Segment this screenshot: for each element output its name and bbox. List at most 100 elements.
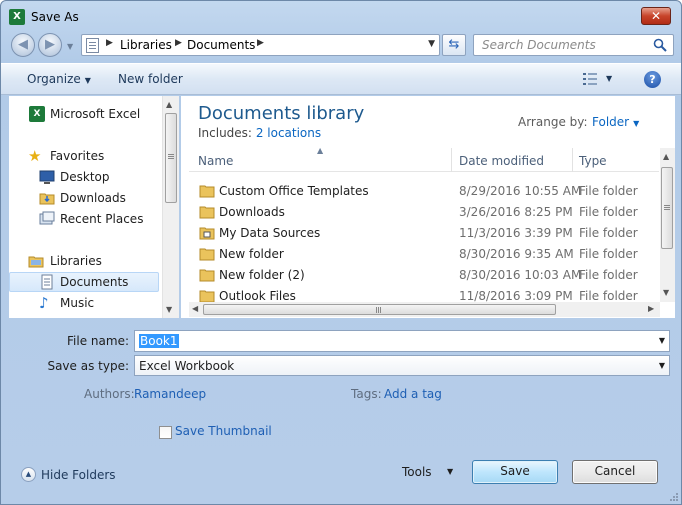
view-options-dropdown[interactable]: ▼ [606,74,612,83]
column-header-name[interactable]: Name [198,154,233,168]
sidebar-item-music[interactable]: ♪ Music [9,293,159,313]
search-placeholder: Search Documents [482,38,596,52]
save-thumbnail-label[interactable]: Save Thumbnail [175,424,272,438]
sidebar-item-label: Desktop [60,170,110,184]
column-divider[interactable] [451,148,452,172]
save-button[interactable]: Save [472,460,558,484]
desktop-icon [39,170,55,184]
tags-field[interactable]: Add a tag [384,387,442,401]
address-dropdown-icon[interactable]: ▼ [428,39,435,49]
table-row[interactable]: My Data Sources 11/3/2016 3:39 PM File f… [189,223,659,244]
chevron-down-icon[interactable]: ▼ [659,336,665,345]
title-bar[interactable]: X Save As ✕ [1,1,681,31]
music-note-icon: ♪ [39,294,49,312]
chevron-down-icon: ▼ [658,361,665,370]
forward-button[interactable]: ▶ [38,33,62,57]
sidebar-item-label: Music [60,296,95,310]
breadcrumb-documents[interactable]: Documents [187,38,255,52]
sidebar-item-label: Libraries [50,254,102,268]
chevron-down-icon[interactable]: ▼ [447,467,453,476]
hide-folders-button[interactable]: Hide Folders [41,468,116,482]
sidebar-item-downloads[interactable]: Downloads [9,188,159,208]
cancel-button[interactable]: Cancel [572,460,658,484]
save-as-type-value: Excel Workbook [139,359,235,373]
locations-link[interactable]: 2 locations [256,126,321,140]
grip-icon [376,307,377,313]
scroll-up-icon[interactable]: ▲ [663,152,669,161]
column-divider[interactable] [572,148,573,172]
save-as-dialog: X Save As ✕ ◀ ▶ ▼ ▶ Libraries ▶ Document… [0,0,682,505]
column-header-date-modified[interactable]: Date modified [459,154,544,168]
table-row[interactable]: Custom Office Templates 8/29/2016 10:55 … [189,181,659,202]
breadcrumb-separator-icon[interactable]: ▶ [257,38,264,48]
search-icon[interactable] [653,38,667,52]
scroll-left-icon[interactable]: ◀ [192,304,198,313]
back-button[interactable]: ◀ [11,33,35,57]
save-thumbnail-checkbox[interactable] [159,426,172,439]
change-view-icon[interactable] [583,73,597,85]
sidebar-item-label: Downloads [60,191,126,205]
command-toolbar: Organize ▼ New folder ▼ ? [1,63,681,95]
sidebar-item-desktop[interactable]: Desktop [9,167,159,187]
star-icon: ★ [28,147,42,165]
file-name: Custom Office Templates [219,184,369,198]
arrange-by-dropdown[interactable]: Folder ▼ [592,115,639,129]
file-list-hscroll-thumb[interactable] [203,304,556,315]
organize-button[interactable]: Organize ▼ [27,72,91,86]
scroll-up-icon[interactable]: ▲ [166,100,172,109]
sidebar-item-recent-places[interactable]: Recent Places [9,209,159,229]
sidebar-item-favorites[interactable]: ★ Favorites [9,146,159,166]
file-name-value: Book1 [139,334,179,348]
chevron-up-icon[interactable]: ▲ [21,467,36,482]
file-list-horizontal-scrollbar[interactable]: ◀ ▶ [189,302,660,317]
file-list-scroll-thumb[interactable] [661,167,673,249]
file-type: File folder [579,226,638,240]
document-icon [41,274,53,290]
file-name-input[interactable]: Book1 ▼ [134,330,670,352]
includes-label: Includes: [198,126,252,140]
data-sources-folder-icon [199,227,215,240]
file-list-vertical-scrollbar[interactable]: ▲ ▼ [660,148,675,302]
scroll-down-icon[interactable]: ▼ [166,305,172,314]
sidebar-item-microsoft-excel[interactable]: X Microsoft Excel [9,104,159,124]
save-as-type-select[interactable]: Excel Workbook ▼ [134,355,670,376]
table-row[interactable]: New folder (2) 8/30/2016 10:03 AM File f… [189,265,659,286]
sidebar-scrollbar[interactable]: ▲ ▼ [162,96,179,318]
back-arrow-icon: ◀ [18,37,28,52]
grip-icon [664,205,670,206]
file-type: File folder [579,268,638,282]
breadcrumb-separator-icon[interactable]: ▶ [175,38,182,48]
tools-button[interactable]: Tools [402,465,432,479]
sidebar-item-label: Documents [60,275,129,289]
folder-icon [199,248,215,261]
help-icon[interactable]: ? [644,71,661,88]
table-row[interactable]: New folder 8/30/2016 9:35 AM File folder [189,244,659,265]
sidebar-scroll-thumb[interactable] [165,113,177,203]
authors-field[interactable]: Ramandeep [134,387,206,401]
resize-grip-icon[interactable] [668,491,678,501]
file-date: 8/29/2016 10:55 AM [459,184,582,198]
sidebar-item-documents[interactable]: Documents [9,272,159,292]
column-header-type[interactable]: Type [579,154,607,168]
breadcrumb-libraries[interactable]: Libraries [120,38,172,52]
close-button[interactable]: ✕ [641,7,671,25]
file-date: 8/30/2016 9:35 AM [459,247,574,261]
recent-places-icon [39,211,55,225]
refresh-button[interactable]: ⇆ [442,34,466,56]
new-folder-button[interactable]: New folder [118,72,183,86]
recent-locations-dropdown[interactable]: ▼ [67,42,73,51]
table-row[interactable]: Outlook Files 11/8/2016 3:09 PM File fol… [189,286,659,302]
file-type: File folder [579,184,638,198]
downloads-folder-icon [39,193,55,205]
breadcrumb-separator-icon[interactable]: ▶ [106,38,113,48]
search-input[interactable]: Search Documents [473,34,674,56]
scroll-down-icon[interactable]: ▼ [663,288,669,297]
file-name-label: File name: [67,334,129,348]
file-name: Outlook Files [219,289,296,302]
file-name: Downloads [219,205,285,219]
sidebar-item-label: Recent Places [60,212,144,226]
table-row[interactable]: Downloads 3/26/2016 8:25 PM File folder [189,202,659,223]
address-bar[interactable]: ▶ Libraries ▶ Documents ▶ ▼ [81,34,440,56]
sidebar-item-libraries[interactable]: Libraries [9,251,159,271]
scroll-right-icon[interactable]: ▶ [648,304,654,313]
